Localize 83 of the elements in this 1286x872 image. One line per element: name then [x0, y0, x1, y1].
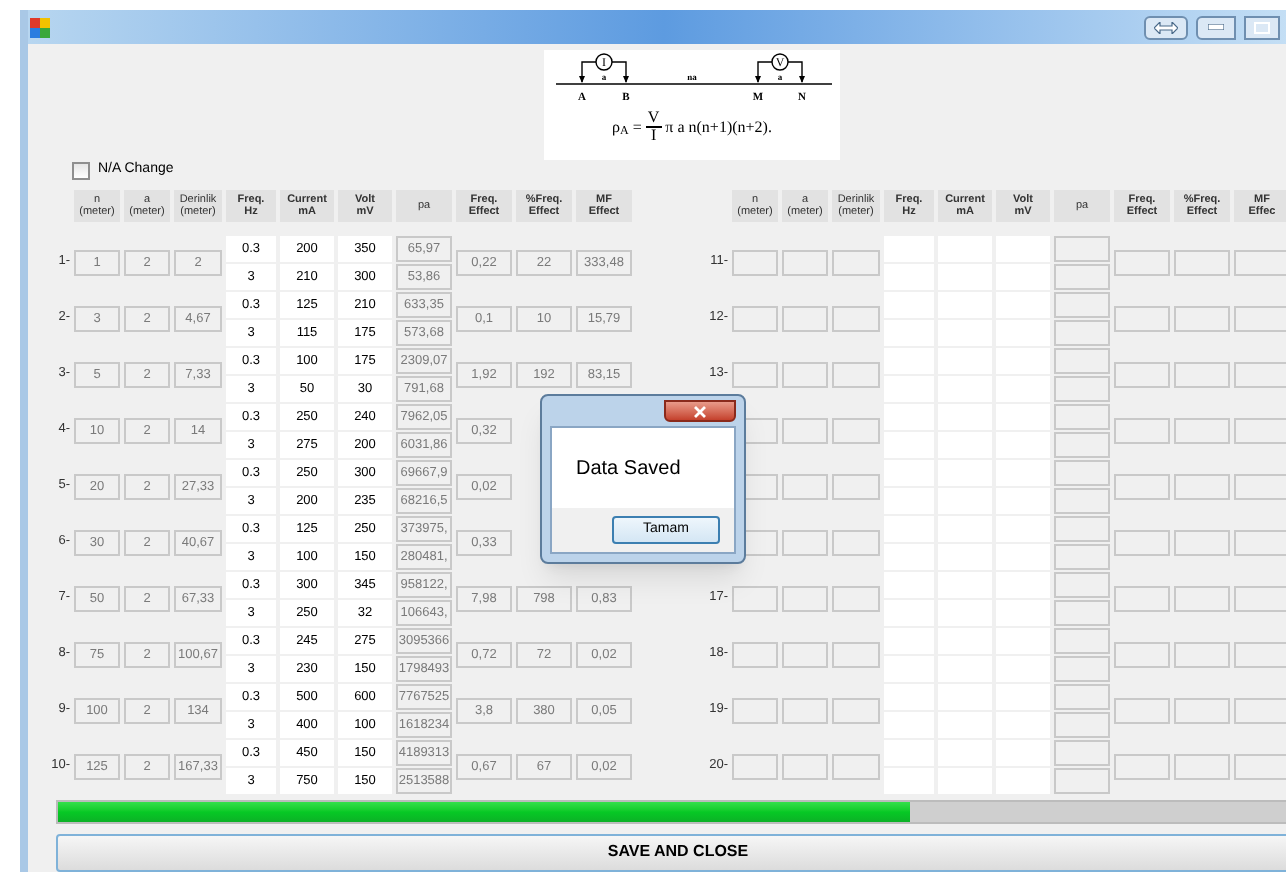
formula-numerator: V [645, 110, 662, 128]
value-field [782, 473, 828, 499]
value-field [782, 529, 828, 555]
app-icon [30, 17, 50, 37]
value-field [1174, 529, 1230, 555]
value-field [1174, 473, 1230, 499]
value-field [1054, 291, 1110, 317]
value-field [782, 697, 828, 723]
checkbox[interactable] [72, 161, 90, 179]
value-field [1114, 473, 1170, 499]
minimize-button[interactable] [1196, 15, 1236, 39]
value-field [832, 697, 880, 723]
value-field [1054, 739, 1110, 765]
value-field [732, 641, 778, 667]
value-field [1174, 753, 1230, 779]
save-and-close-button[interactable]: SAVE AND CLOSE [56, 833, 1286, 871]
value-field [782, 585, 828, 611]
value-field [732, 697, 778, 723]
value-field [832, 361, 880, 387]
value-field [1114, 641, 1170, 667]
value-field [1174, 249, 1230, 275]
value-field [732, 305, 778, 331]
value-field [1054, 403, 1110, 429]
value-field [1114, 249, 1170, 275]
minimize-icon [1208, 24, 1224, 30]
value-field [732, 361, 778, 387]
value-field [1114, 305, 1170, 331]
value-field [1174, 417, 1230, 443]
value-field [1054, 711, 1110, 737]
value-field [1054, 543, 1110, 569]
value-field [732, 249, 778, 275]
maximize-button[interactable] [1244, 15, 1280, 39]
value-field [832, 641, 880, 667]
value-field [782, 641, 828, 667]
value-field [1054, 515, 1110, 541]
value-field [1174, 305, 1230, 331]
value-field [782, 417, 828, 443]
value-field [1054, 235, 1110, 261]
value-field [732, 753, 778, 779]
value-field [782, 249, 828, 275]
value-field [1174, 641, 1230, 667]
value-field [832, 417, 880, 443]
value-field [1054, 487, 1110, 513]
value-field [1054, 431, 1110, 457]
dialog-message: Data Saved [576, 455, 681, 483]
value-field [1054, 375, 1110, 401]
value-field [832, 305, 880, 331]
value-field [832, 529, 880, 555]
value-field [1054, 627, 1110, 653]
value-field [1054, 459, 1110, 485]
value-field [782, 305, 828, 331]
value-field [1054, 655, 1110, 681]
value-field [832, 473, 880, 499]
formula-denominator: I [650, 128, 657, 144]
double-arrow-icon [1154, 21, 1178, 33]
value-field [732, 585, 778, 611]
value-field [1174, 697, 1230, 723]
value-field [1114, 417, 1170, 443]
value-field [782, 361, 828, 387]
value-field [1174, 585, 1230, 611]
value-field [1114, 753, 1170, 779]
value-field [1054, 571, 1110, 597]
close-button[interactable] [664, 400, 736, 422]
formula-text: ρ$_{A}$ = [612, 115, 642, 139]
value-field [1054, 319, 1110, 345]
value-field [832, 753, 880, 779]
close-icon [694, 405, 706, 417]
double-arrow-button[interactable] [1144, 15, 1188, 39]
value-field [1114, 361, 1170, 387]
value-field [832, 585, 880, 611]
formula-text: π a n(n+1)(n+2). [665, 115, 772, 139]
value-field [1114, 529, 1170, 555]
value-field [782, 753, 828, 779]
value-field [1054, 599, 1110, 625]
value-field [1054, 263, 1110, 289]
value-field [832, 249, 880, 275]
maximize-icon [1254, 21, 1270, 33]
value-field [1174, 361, 1230, 387]
value-field [1114, 697, 1170, 723]
value-field [1054, 347, 1110, 373]
value-field [1114, 585, 1170, 611]
value-field [1054, 683, 1110, 709]
value-field [1054, 767, 1110, 793]
